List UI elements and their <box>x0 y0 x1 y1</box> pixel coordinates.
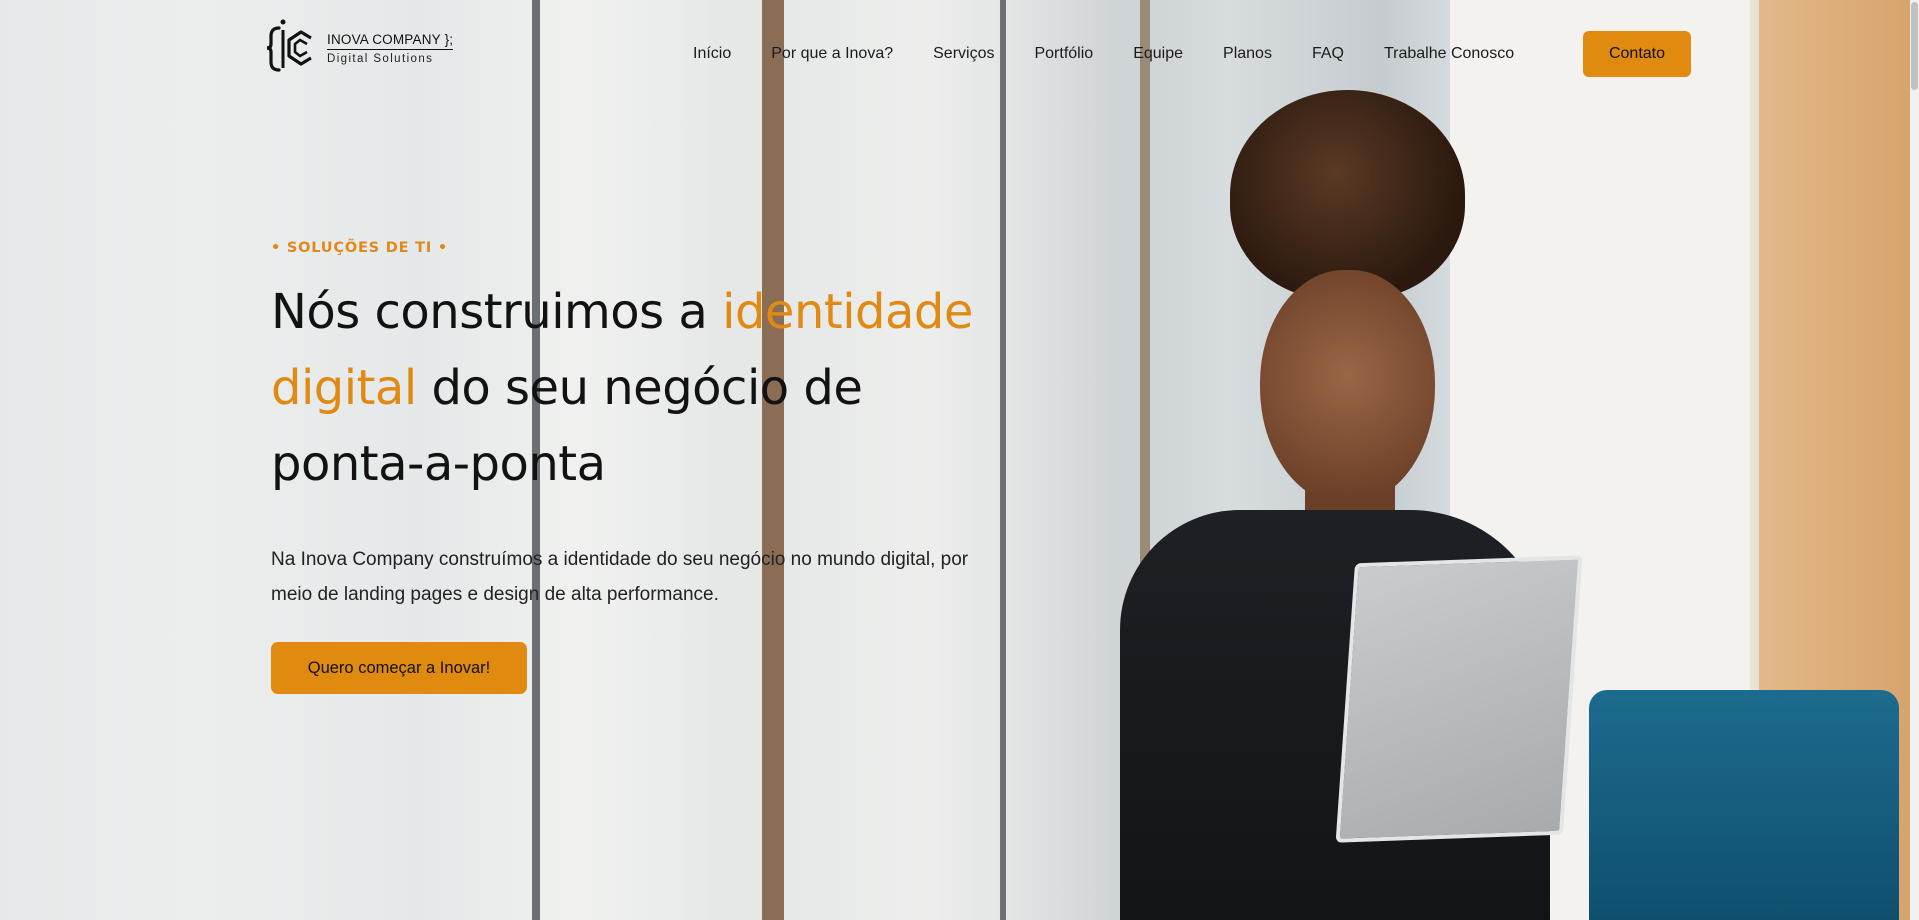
hero-description: Na Inova Company construímos a identidad… <box>271 549 969 605</box>
inova-logo-icon <box>267 19 312 72</box>
scrollbar-thumb[interactable] <box>1911 2 1918 90</box>
headline-accent: digital <box>271 360 417 416</box>
site-header: INOVA COMPANY }; Digital Solutions Iníci… <box>0 0 1919 108</box>
brand-tagline: Digital Solutions <box>327 52 434 65</box>
nav-item-trabalhe-conosco[interactable]: Trabalhe Conosco <box>1384 31 1514 77</box>
hero-section: • SOLUÇÕES DE TI • Nós construimos a ide… <box>271 240 1031 694</box>
headline-text: do seu negócio de <box>416 360 863 416</box>
woman-with-tablet-photo <box>1110 90 1670 920</box>
nav-item-faq[interactable]: FAQ <box>1312 31 1344 77</box>
start-innovating-button[interactable]: Quero começar a Inovar! <box>271 642 527 694</box>
headline-text: Nós construimos a <box>271 284 723 340</box>
headline-text: ponta-a-ponta <box>271 436 606 492</box>
hero-eyebrow: • SOLUÇÕES DE TI • <box>271 240 448 256</box>
landing-page: INOVA COMPANY }; Digital Solutions Iníci… <box>0 0 1919 920</box>
headline-accent: identidade <box>722 284 973 340</box>
brand-logo[interactable]: INOVA COMPANY }; Digital Solutions <box>267 18 454 78</box>
nav-item-planos[interactable]: Planos <box>1223 31 1272 77</box>
contact-button[interactable]: Contato <box>1583 31 1691 77</box>
main-nav: Início Por que a Inova? Serviços Portfól… <box>693 31 1691 77</box>
nav-item-inicio[interactable]: Início <box>693 31 731 77</box>
page-scrollbar[interactable] <box>1910 0 1919 920</box>
brand-name: INOVA COMPANY }; <box>327 32 454 50</box>
nav-item-servicos[interactable]: Serviços <box>933 31 994 77</box>
nav-item-portfolio[interactable]: Portfólio <box>1034 31 1093 77</box>
nav-item-por-que-a-inova[interactable]: Por que a Inova? <box>771 31 893 77</box>
hero-headline: Nós construimos a identidade digital do s… <box>271 274 1031 502</box>
nav-item-equipe[interactable]: Equipe <box>1133 31 1183 77</box>
